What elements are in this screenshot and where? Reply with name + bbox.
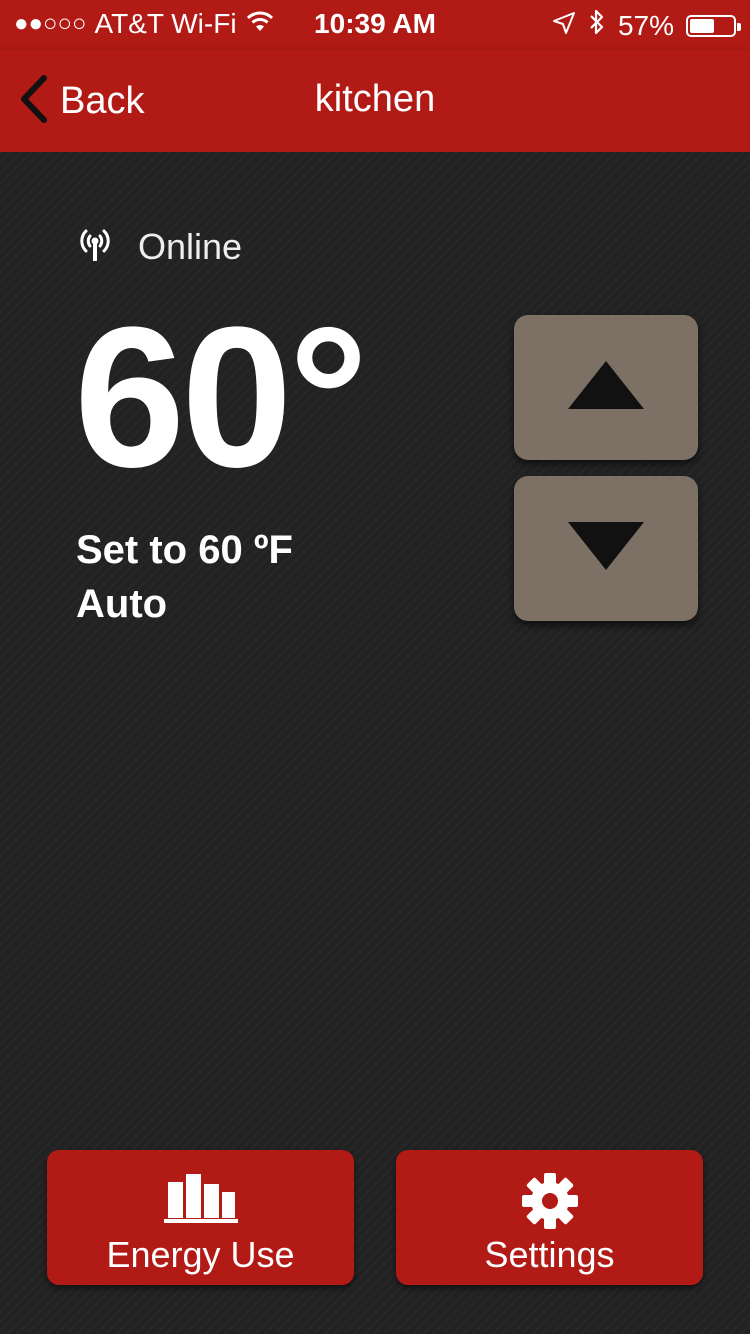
energy-icon-wrap [47, 1172, 354, 1229]
decrease-temperature-button[interactable] [514, 476, 698, 621]
battery-icon [686, 14, 741, 37]
setpoint-label: Set to 60 ºF [76, 528, 293, 572]
location-arrow-icon [552, 10, 576, 42]
energy-use-label: Energy Use [106, 1234, 295, 1275]
online-label: Online [138, 226, 243, 267]
mode-label: Auto [76, 582, 168, 626]
increase-temperature-button[interactable] [514, 315, 698, 460]
triangle-down-icon [566, 520, 646, 577]
energy-use-button[interactable]: Energy Use [47, 1150, 354, 1285]
current-temperature: 60° [74, 286, 368, 509]
bar-chart-icon [163, 1172, 238, 1229]
navigation-bar: Back kitchen [0, 50, 750, 152]
battery-level [690, 18, 714, 33]
settings-label: Settings [484, 1234, 615, 1275]
bluetooth-icon [588, 8, 606, 43]
gear-icon [521, 1172, 579, 1235]
page-title: kitchen [314, 78, 436, 120]
settings-button[interactable]: Settings [396, 1150, 703, 1285]
thermostat-panel: Online 60° Set to 60 ºF Auto Energy Use … [0, 152, 750, 1334]
status-bar: ●●○○○ AT&T Wi-Fi 10:39 AM 57% [0, 0, 750, 50]
status-right: 57% [552, 8, 741, 43]
battery-tip [737, 22, 741, 31]
battery-percent: 57% [617, 9, 674, 41]
connection-status: Online [74, 226, 242, 268]
antenna-icon [74, 227, 116, 268]
triangle-up-icon [566, 359, 646, 416]
settings-icon-wrap [396, 1172, 703, 1235]
